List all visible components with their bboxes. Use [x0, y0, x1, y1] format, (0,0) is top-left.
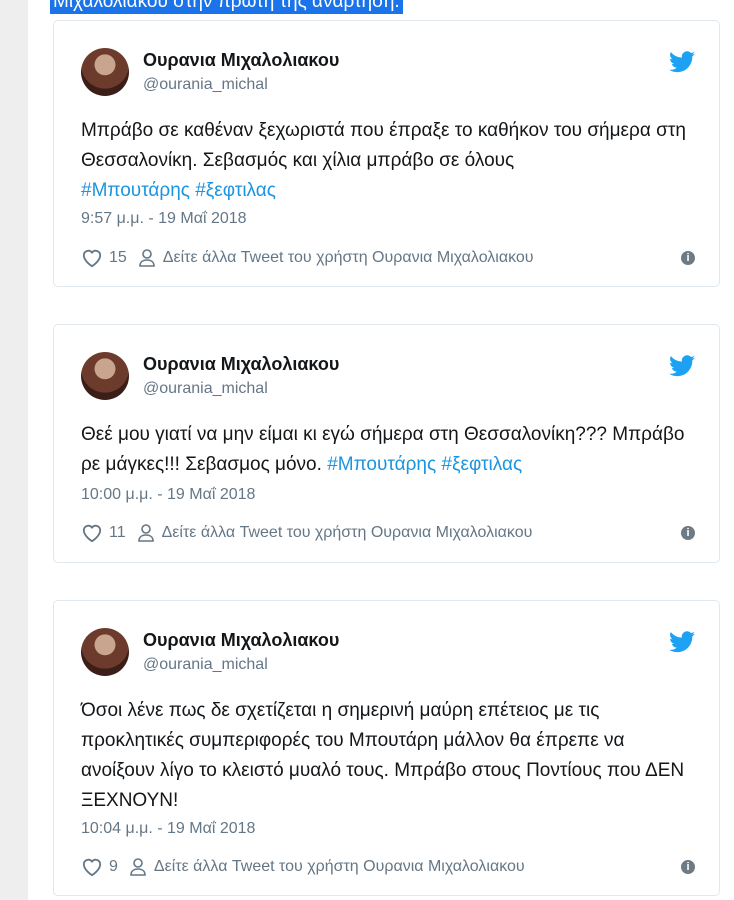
user-icon: [137, 524, 154, 542]
user-icon: [138, 249, 155, 267]
tweet-body: Όσοι λένε πως δε σχετίζεται η σημερινή μ…: [81, 700, 685, 811]
more-tweets-link[interactable]: Δείτε άλλα Tweet του χρήστη Ουρανια Μιχα…: [163, 249, 534, 267]
tweet-text: Όσοι λένε πως δε σχετίζεται η σημερινή μ…: [81, 696, 701, 816]
info-icon[interactable]: i: [681, 860, 695, 874]
tweet-timestamp[interactable]: 10:04 μ.μ. - 19 Μαΐ 2018: [81, 820, 255, 838]
hashtag-link[interactable]: #ξεφτιλας: [195, 180, 276, 201]
tweet-actions: 9 Δείτε άλλα Tweet του χρήστη Ουρανια Μι…: [81, 856, 695, 878]
hashtag-link[interactable]: #ξεφτιλας: [441, 454, 522, 475]
user-handle[interactable]: @ourania_michal: [143, 380, 268, 398]
more-tweets-link[interactable]: Δείτε άλλα Tweet του χρήστη Ουρανια Μιχα…: [154, 858, 525, 876]
user-name[interactable]: Ουρανια Μιχαλολιακου: [143, 50, 339, 71]
user-name[interactable]: Ουρανια Μιχαλολιακου: [143, 630, 339, 651]
like-count[interactable]: 9: [109, 858, 118, 876]
avatar[interactable]: [81, 48, 129, 96]
tweet-actions: 15 Δείτε άλλα Tweet του χρήστη Ουρανια Μ…: [81, 247, 695, 269]
tweet-body: Μπράβο σε καθέναν ξεχωριστά που έπραξε τ…: [81, 120, 686, 171]
tweet-text: Θεέ μου γιατί να μην είμαι κι εγώ σήμερα…: [81, 420, 701, 480]
user-icon: [130, 858, 146, 876]
tweet-card: Ουρανια Μιχαλολιακου @ourania_michal Όσο…: [53, 600, 720, 896]
more-tweets-link[interactable]: Δείτε άλλα Tweet του χρήστη Ουρανια Μιχα…: [162, 524, 533, 542]
like-count[interactable]: 15: [109, 249, 127, 267]
heart-icon[interactable]: [81, 523, 103, 543]
tweet-timestamp[interactable]: 9:57 μ.μ. - 19 Μαΐ 2018: [81, 210, 247, 228]
twitter-bird-icon[interactable]: [669, 631, 695, 653]
heart-icon[interactable]: [81, 248, 103, 268]
page-gutter: [0, 0, 28, 900]
user-name[interactable]: Ουρανια Μιχαλολιακου: [143, 354, 339, 375]
selected-text-highlight: Μιχαλολιάκου στην πρώτη της ανάρτηση.: [50, 0, 403, 14]
user-handle[interactable]: @ourania_michal: [143, 656, 268, 674]
tweet-card: Ουρανια Μιχαλολιακου @ourania_michal Μπρ…: [53, 20, 720, 287]
heart-icon[interactable]: [81, 857, 103, 877]
like-count[interactable]: 11: [109, 524, 126, 542]
twitter-bird-icon[interactable]: [669, 355, 695, 377]
avatar[interactable]: [81, 352, 129, 400]
info-icon[interactable]: i: [681, 251, 695, 265]
tweet-card: Ουρανια Μιχαλολιακου @ourania_michal Θεέ…: [53, 324, 720, 563]
twitter-bird-icon[interactable]: [669, 51, 695, 73]
user-handle[interactable]: @ourania_michal: [143, 76, 268, 94]
hashtag-link[interactable]: #Μπουτάρης: [327, 454, 436, 475]
tweet-text: Μπράβο σε καθέναν ξεχωριστά που έπραξε τ…: [81, 116, 701, 206]
tweet-timestamp[interactable]: 10:00 μ.μ. - 19 Μαΐ 2018: [81, 486, 255, 504]
tweet-actions: 11 Δείτε άλλα Tweet του χρήστη Ουρανια Μ…: [81, 522, 695, 544]
avatar[interactable]: [81, 628, 129, 676]
hashtag-link[interactable]: #Μπουτάρης: [81, 180, 190, 201]
info-icon[interactable]: i: [681, 526, 695, 540]
